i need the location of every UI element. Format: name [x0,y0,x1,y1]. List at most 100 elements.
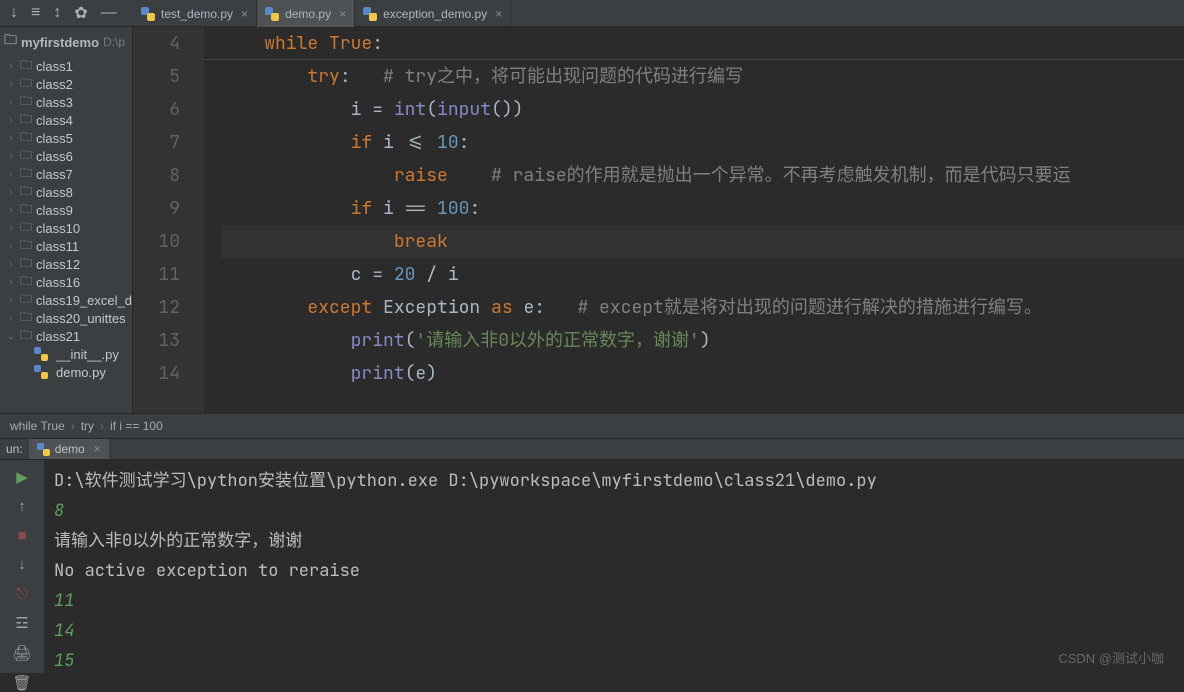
exit-icon[interactable]: ⎋ [16,585,28,602]
stop-icon[interactable]: ■ [17,527,26,544]
down-arrow-icon[interactable]: ↓ [18,556,26,573]
code-line[interactable]: raise # raise的作用就是抛出一个异常。不再考虑触发机制，而是代码只要… [221,159,1184,192]
layout-icon[interactable]: ☲ [15,614,28,632]
breadcrumb[interactable]: while True › try › if i == 100 [0,413,1184,438]
editor-tab[interactable]: exception_demo.py × [355,0,511,27]
line-number: 14 [133,357,180,390]
project-root[interactable]: 🗀 myfirstdemo D:\p [0,27,132,57]
code-line[interactable]: if i == 100: [221,192,1184,225]
rerun-icon[interactable]: ▶ [16,468,28,486]
code-line[interactable]: try: # try之中，将可能出现问题的代码进行编写 [221,60,1184,93]
tree-folder[interactable]: ›🗀class20_unittes [0,309,132,327]
three-bars-icon[interactable]: ≡ [31,4,40,22]
collapse-icon[interactable]: ↕ [53,4,61,22]
folder-label: class2 [36,77,73,92]
python-icon [37,443,50,456]
python-icon [34,347,48,361]
breadcrumb-item[interactable]: if i == 100 [110,419,163,433]
line-number: 8 [133,159,180,192]
tree-folder[interactable]: ›🗀class5 [0,129,132,147]
chevron-icon: › [6,187,16,198]
tree-file[interactable]: demo.py [0,363,132,381]
console-line: No active exception to reraise [54,556,1174,586]
close-icon[interactable]: × [339,7,346,21]
code-editor[interactable]: 4567891011121314 while True: try: # try之… [133,27,1184,413]
tree-folder[interactable]: ›🗀class19_excel_d [0,291,132,309]
chevron-icon: › [6,295,16,306]
tree-folder[interactable]: ›🗀class16 [0,273,132,291]
line-number: 9 [133,192,180,225]
editor-tab[interactable]: test_demo.py× [133,0,257,27]
tree-folder[interactable]: ›🗀class1 [0,57,132,75]
code-line[interactable]: print(e) [221,357,1184,390]
arrow-down-icon[interactable]: ↓ [10,4,18,22]
hide-icon[interactable]: — [101,4,117,22]
python-icon [265,7,279,21]
up-arrow-icon[interactable]: ↑ [18,498,26,515]
tree-folder[interactable]: ›🗀class12 [0,255,132,273]
tree-folder[interactable]: ›🗀class10 [0,219,132,237]
chevron-icon: › [6,169,16,180]
line-number: 7 [133,126,180,159]
tree-folder[interactable]: ›🗀class2 [0,75,132,93]
folder-icon: 🗀 [20,237,32,255]
code-line[interactable]: print('请输入非0以外的正常数字，谢谢') [221,324,1184,357]
project-tree[interactable]: 🗀 myfirstdemo D:\p ›🗀class1›🗀class2›🗀cla… [0,27,133,413]
folder-icon: 🗀 [4,31,17,53]
code-line[interactable]: if i <= 10: [221,126,1184,159]
tree-folder[interactable]: ›🗀class4 [0,111,132,129]
run-config-name: demo [55,442,85,456]
console-output[interactable]: D:\软件测试学习\python安装位置\python.exe D:\pywor… [44,460,1184,673]
tab-label: demo.py [285,7,331,21]
chevron-icon: › [6,241,16,252]
close-icon[interactable]: × [495,7,502,21]
tree-folder[interactable]: ›🗀class9 [0,201,132,219]
tree-folder[interactable]: ›🗀class6 [0,147,132,165]
tree-folder[interactable]: ›🗀class3 [0,93,132,111]
tree-folder[interactable]: ›🗀class11 [0,237,132,255]
run-label: un: [6,442,23,456]
run-tool-buttons: ▶ ↑ ■ ↓ ⎋ ☲ 🖨 🗑 [0,460,44,673]
print-icon[interactable]: 🖨 [12,644,31,662]
chevron-icon: › [6,259,16,270]
folder-label: class9 [36,203,73,218]
close-icon[interactable]: × [241,7,248,21]
chevron-icon: › [6,223,16,234]
tree-folder[interactable]: ⌄🗀class21 [0,327,132,345]
folder-icon: 🗀 [20,309,32,327]
code-line[interactable]: c = 20 / i [221,258,1184,291]
tree-folder[interactable]: ›🗀class8 [0,183,132,201]
folder-icon: 🗀 [20,255,32,273]
close-icon[interactable]: × [94,442,101,456]
console-line: 15 [54,646,1174,676]
line-number: 6 [133,93,180,126]
run-toolwindow-header: un: demo × [0,438,1184,460]
chevron-icon: › [6,151,16,162]
line-number: 4 [133,27,180,60]
folder-icon: 🗀 [20,291,32,309]
tab-label: exception_demo.py [383,7,487,21]
editor-tab[interactable]: demo.py × [257,0,355,27]
code-line[interactable]: i = int(input()) [221,93,1184,126]
folder-icon: 🗀 [20,273,32,291]
code-line[interactable]: while True: [221,27,1184,60]
line-number: 12 [133,291,180,324]
chevron-right-icon: › [100,419,104,433]
trash-icon[interactable]: 🗑 [12,674,31,692]
watermark: CSDN @测试小咖 [1058,648,1164,667]
code-line[interactable]: except Exception as e: # except就是将对出现的问题… [221,291,1184,324]
breadcrumb-item[interactable]: try [81,419,94,433]
breadcrumb-item[interactable]: while True [10,419,65,433]
code-line[interactable]: break [221,225,1184,258]
gear-icon[interactable]: ✿ [74,3,87,23]
chevron-right-icon: › [71,419,75,433]
tree-file[interactable]: __init__.py [0,345,132,363]
code-area[interactable]: while True: try: # try之中，将可能出现问题的代码进行编写 … [203,27,1184,413]
folder-label: class1 [36,59,73,74]
chevron-icon: › [6,205,16,216]
run-config-tab[interactable]: demo × [29,439,109,459]
folder-label: class16 [36,275,80,290]
tree-folder[interactable]: ›🗀class7 [0,165,132,183]
gutter: 4567891011121314 [133,27,203,413]
chevron-icon: › [6,61,16,72]
